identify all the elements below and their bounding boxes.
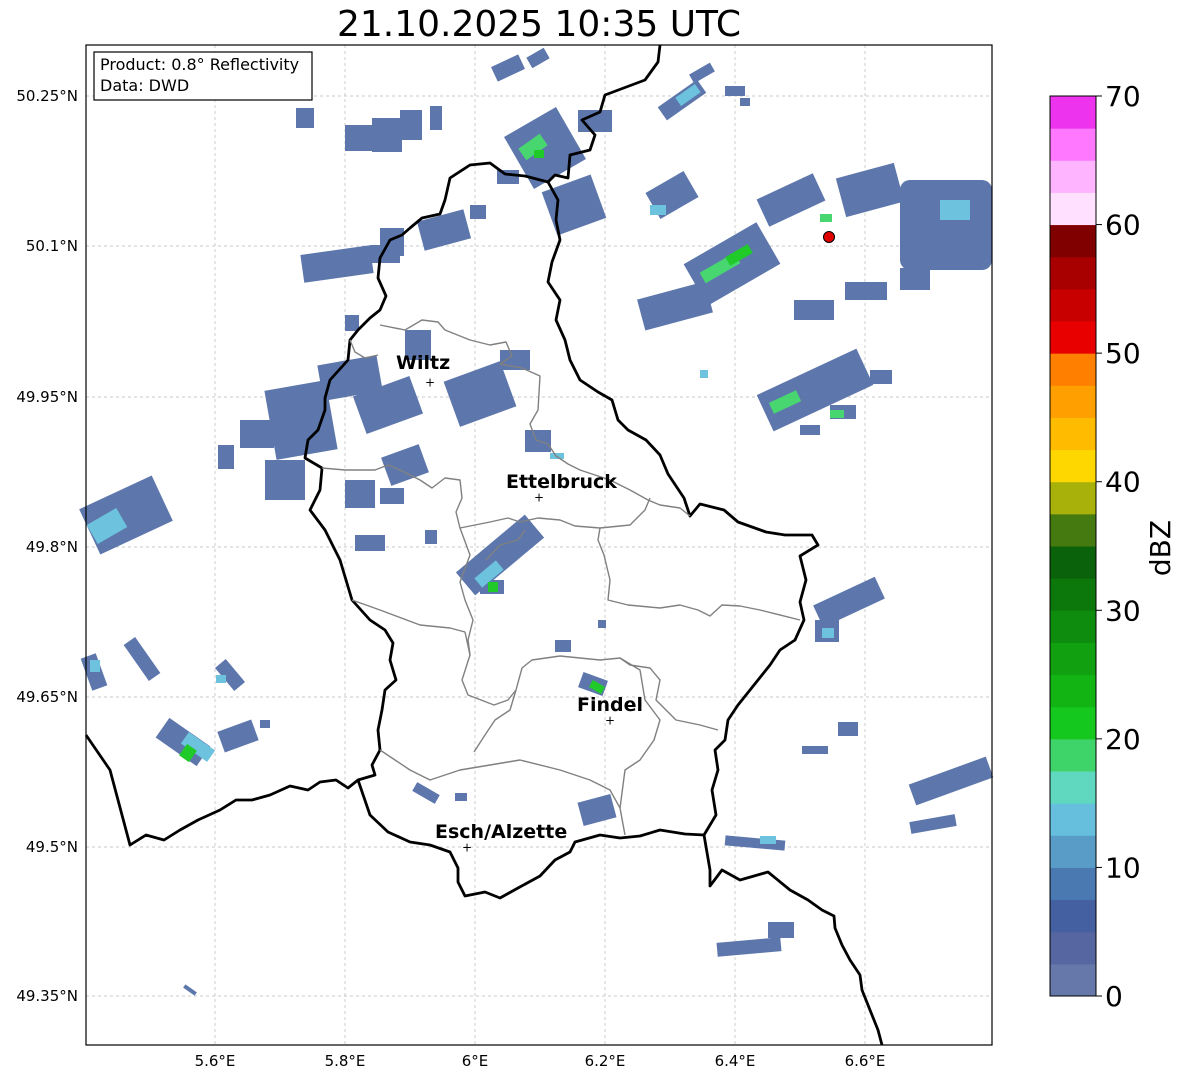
colorbar-segment: [1050, 771, 1096, 804]
x-tick: 6°E: [462, 1052, 489, 1070]
y-tick: 49.5°N: [26, 838, 78, 856]
colorbar-segment: [1050, 385, 1096, 418]
colorbar-segment: [1050, 674, 1096, 708]
colorbar-tick-label: 30: [1105, 594, 1141, 627]
colorbar-segment: [1050, 353, 1096, 386]
city-marker-ettelbruck: +: [534, 491, 544, 505]
colorbar-segment: [1050, 803, 1096, 836]
colorbar-segment: [1050, 288, 1096, 322]
city-label-esch: Esch/Alzette: [435, 821, 567, 843]
x-axis-ticks: 5.6°E 5.8°E 6°E 6.2°E 6.4°E 6.6°E: [195, 1052, 886, 1070]
colorbar-tick-label: 10: [1105, 851, 1141, 884]
colorbar-tick-label: 50: [1105, 337, 1141, 370]
colorbar-segment: [1050, 931, 1096, 965]
y-tick: 49.8°N: [26, 538, 78, 556]
colorbar-tick-label: 60: [1105, 209, 1141, 242]
colorbar-segment: [1050, 449, 1096, 483]
colorbar-segment: [1050, 738, 1096, 772]
city-marker-findel: +: [605, 714, 615, 728]
city-label-ettelbruck: Ettelbruck: [506, 471, 617, 493]
colorbar-segment: [1050, 513, 1096, 547]
colorbar-segment: [1050, 578, 1096, 611]
y-tick: 49.95°N: [16, 388, 78, 406]
colorbar-segment: [1050, 835, 1096, 868]
colorbar-segment: [1050, 546, 1096, 579]
colorbar-segment: [1050, 321, 1096, 354]
colorbar-tick-label: 0: [1105, 980, 1123, 1013]
colorbar: [1050, 96, 1096, 997]
x-tick: 6.2°E: [585, 1052, 626, 1070]
city-label-wiltz: Wiltz: [396, 352, 450, 374]
x-tick: 6.6°E: [845, 1052, 886, 1070]
colorbar-tick-label: 40: [1105, 466, 1141, 499]
colorbar-segment: [1050, 963, 1096, 997]
colorbar-segment: [1050, 192, 1096, 226]
info-box: Product: 0.8° Reflectivity Data: DWD: [93, 51, 313, 101]
colorbar-segment: [1050, 256, 1096, 290]
x-tick: 6.4°E: [715, 1052, 756, 1070]
data-source-label: Data: DWD: [100, 76, 189, 95]
y-tick: 49.35°N: [16, 987, 78, 1005]
x-tick: 5.6°E: [195, 1052, 236, 1070]
radar-map: Product: 0.8° Reflectivity Data: DWD Wil…: [16, 44, 1177, 1070]
y-axis-ticks: 50.25°N 50.1°N 49.95°N 49.8°N 49.65°N 49…: [16, 87, 78, 1005]
product-label: Product: 0.8° Reflectivity: [100, 55, 299, 74]
radar-site-marker: [823, 231, 835, 243]
y-tick: 50.25°N: [16, 87, 78, 105]
city-marker-esch: +: [462, 841, 472, 855]
city-marker-wiltz: +: [425, 376, 435, 390]
colorbar-segment: [1050, 642, 1096, 676]
colorbar-tick-label: 20: [1105, 723, 1141, 756]
colorbar-segment: [1050, 224, 1096, 258]
colorbar-segment: [1050, 610, 1096, 643]
colorbar-segment: [1050, 481, 1096, 515]
colorbar-segment: [1050, 706, 1096, 740]
colorbar-segment: [1050, 96, 1096, 129]
colorbar-segment: [1050, 417, 1096, 451]
colorbar-tick-label: 70: [1105, 80, 1141, 113]
colorbar-segment: [1050, 160, 1096, 193]
colorbar-ticks: 0 10 20 30 40 50 60 70: [1096, 80, 1141, 1013]
colorbar-segment: [1050, 128, 1096, 161]
y-tick: 50.1°N: [26, 237, 78, 255]
colorbar-segment: [1050, 899, 1096, 933]
colorbar-label: dBZ: [1144, 520, 1177, 576]
y-tick: 49.65°N: [16, 688, 78, 706]
x-tick: 5.8°E: [325, 1052, 366, 1070]
colorbar-segment: [1050, 867, 1096, 901]
